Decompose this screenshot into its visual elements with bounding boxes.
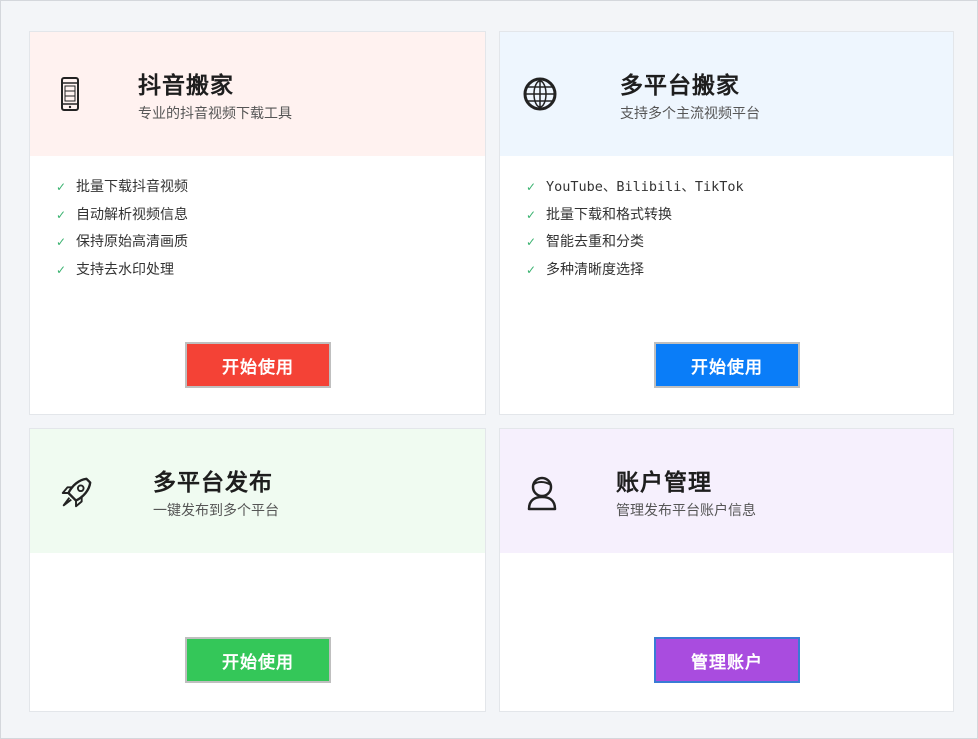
list-item: ✓ 批量下载和格式转换 bbox=[526, 206, 672, 223]
check-icon: ✓ bbox=[526, 262, 537, 277]
check-icon: ✓ bbox=[526, 235, 537, 249]
list-item: ✓ 智能去重和分类 bbox=[526, 234, 644, 250]
feature-list: ✓ YouTube、Bilibili、TikTok ✓ 批量下载和格式转换 ✓ 智能去… bbox=[526, 178, 744, 288]
check-icon: ✓ bbox=[56, 180, 67, 194]
list-item: ✓ 批量下载抖音视频 bbox=[56, 179, 188, 195]
list-item: ✓ 保持原始高清画质 bbox=[56, 234, 188, 250]
card-multi-platform-publish: 多平台发布 一键发布到多个平台 开始使用 bbox=[29, 428, 486, 712]
start-button[interactable]: 开始使用 bbox=[185, 637, 331, 683]
card-douyin-move: 抖音搬家 专业的抖音视频下载工具 ✓ 批量下载抖音视频 ✓ 自动解析视频信息 ✓ 保持… bbox=[29, 31, 486, 415]
manage-account-button[interactable]: 管理账户 bbox=[654, 637, 800, 683]
list-item: ✓ 自动解析视频信息 bbox=[56, 206, 188, 223]
rocket-icon bbox=[58, 475, 94, 511]
card-account-management: 账户管理 管理发布平台账户信息 管理账户 bbox=[499, 428, 954, 712]
feature-grid: 抖音搬家 专业的抖音视频下载工具 ✓ 批量下载抖音视频 ✓ 自动解析视频信息 ✓ 保持… bbox=[29, 31, 954, 712]
card-title: 多平台搬家 bbox=[620, 72, 740, 99]
list-item: ✓ YouTube、Bilibili、TikTok bbox=[526, 179, 744, 195]
list-item: ✓ 支持去水印处理 bbox=[56, 261, 174, 278]
feature-list: ✓ 批量下载抖音视频 ✓ 自动解析视频信息 ✓ 保持原始高清画质 ✓ 支持去水印处理 bbox=[56, 178, 188, 288]
phone-icon bbox=[52, 76, 88, 112]
card-header: 多平台搬家 支持多个主流视频平台 bbox=[500, 32, 953, 156]
check-icon: ✓ bbox=[56, 207, 67, 222]
card-title: 账户管理 bbox=[616, 469, 712, 496]
start-button[interactable]: 开始使用 bbox=[654, 342, 800, 388]
list-item: ✓ 多种清晰度选择 bbox=[526, 261, 644, 278]
start-button[interactable]: 开始使用 bbox=[185, 342, 331, 388]
user-icon bbox=[524, 475, 560, 511]
card-title: 抖音搬家 bbox=[138, 72, 234, 99]
check-icon: ✓ bbox=[56, 235, 67, 249]
card-multi-platform-move: 多平台搬家 支持多个主流视频平台 ✓ YouTube、Bilibili、TikTo… bbox=[499, 31, 954, 415]
card-header: 账户管理 管理发布平台账户信息 bbox=[500, 429, 953, 553]
card-header: 抖音搬家 专业的抖音视频下载工具 bbox=[30, 32, 485, 156]
card-subtitle: 支持多个主流视频平台 bbox=[620, 106, 760, 122]
globe-icon bbox=[522, 76, 558, 112]
check-icon: ✓ bbox=[56, 262, 67, 277]
card-header: 多平台发布 一键发布到多个平台 bbox=[30, 429, 485, 553]
card-subtitle: 专业的抖音视频下载工具 bbox=[138, 106, 292, 122]
card-title: 多平台发布 bbox=[153, 469, 273, 496]
check-icon: ✓ bbox=[526, 207, 537, 222]
card-subtitle: 管理发布平台账户信息 bbox=[616, 503, 756, 519]
check-icon: ✓ bbox=[526, 180, 537, 194]
card-subtitle: 一键发布到多个平台 bbox=[153, 503, 279, 519]
